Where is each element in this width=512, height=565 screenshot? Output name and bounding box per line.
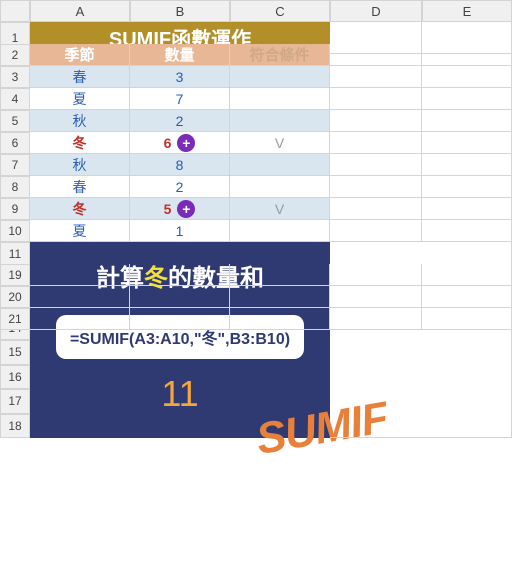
row-header-18[interactable]: 18 (0, 414, 30, 439)
col-header-D[interactable]: D (330, 0, 422, 22)
cell-E8[interactable] (422, 176, 512, 198)
row-header-9[interactable]: 9 (0, 198, 30, 220)
cell-C5[interactable] (230, 110, 330, 132)
cell-D2[interactable] (330, 44, 422, 66)
cell-D19[interactable] (330, 264, 422, 286)
cell-B5[interactable]: 2 (130, 110, 230, 132)
row-header-11[interactable]: 11 (0, 242, 30, 267)
cell-C10[interactable] (230, 220, 330, 242)
header-match[interactable]: 符合條件 (230, 44, 330, 66)
cell-E6[interactable] (422, 132, 512, 154)
cell-E3[interactable] (422, 66, 512, 88)
cell-A3[interactable]: 春 (30, 66, 130, 88)
cell-A20[interactable] (30, 286, 130, 308)
cell-B10[interactable]: 1 (130, 220, 230, 242)
col-header-A[interactable]: A (30, 0, 130, 22)
qty-value: 6 (164, 135, 172, 151)
cell-A7[interactable]: 秋 (30, 154, 130, 176)
cell-E21[interactable] (422, 308, 512, 330)
cell-B3[interactable]: 3 (130, 66, 230, 88)
row-header-2[interactable]: 2 (0, 44, 30, 66)
cell-C4[interactable] (230, 88, 330, 110)
cell-C20[interactable] (230, 286, 330, 308)
cell-D3[interactable] (330, 66, 422, 88)
cell-A9[interactable]: 冬 (30, 198, 130, 220)
row-header-5[interactable]: 5 (0, 110, 30, 132)
row-header-10[interactable]: 10 (0, 220, 30, 242)
cell-B19[interactable] (130, 264, 230, 286)
row-header-15[interactable]: 15 (0, 340, 30, 365)
cell-A21[interactable] (30, 308, 130, 330)
cell-E2[interactable] (422, 44, 512, 66)
cell-E9[interactable] (422, 198, 512, 220)
cell-D6[interactable] (330, 132, 422, 154)
col-header-E[interactable]: E (422, 0, 512, 22)
header-qty[interactable]: 數量 (130, 44, 230, 66)
cell-C19[interactable] (230, 264, 330, 286)
col-header-B[interactable]: B (130, 0, 230, 22)
cell-B20[interactable] (130, 286, 230, 308)
row-header-20[interactable]: 20 (0, 286, 30, 308)
cell-E4[interactable] (422, 88, 512, 110)
row-header-17[interactable]: 17 (0, 389, 30, 414)
cell-A19[interactable] (30, 264, 130, 286)
cell-D5[interactable] (330, 110, 422, 132)
cell-E19[interactable] (422, 264, 512, 286)
row-header-21[interactable]: 21 (0, 308, 30, 330)
row-header-19[interactable]: 19 (0, 264, 30, 286)
cell-D21[interactable] (330, 308, 422, 330)
cell-B9[interactable]: 5 + (130, 198, 230, 220)
cell-A10[interactable]: 夏 (30, 220, 130, 242)
row-header-6[interactable]: 6 (0, 132, 30, 154)
cell-C6[interactable]: V (230, 132, 330, 154)
cell-A8[interactable]: 春 (30, 176, 130, 198)
cell-C3[interactable] (230, 66, 330, 88)
spreadsheet-grid: A B C D E 1 SUMIF函數運作 2 季節 數量 符合條件 3 春 3… (0, 0, 512, 330)
row-header-16[interactable]: 16 (0, 365, 30, 390)
cell-D8[interactable] (330, 176, 422, 198)
plus-icon: + (177, 200, 195, 218)
col-header-C[interactable]: C (230, 0, 330, 22)
cell-D7[interactable] (330, 154, 422, 176)
cell-C7[interactable] (230, 154, 330, 176)
cell-C9[interactable]: V (230, 198, 330, 220)
cell-E5[interactable] (422, 110, 512, 132)
cell-D10[interactable] (330, 220, 422, 242)
summary-result: 11 (161, 373, 198, 415)
cell-E10[interactable] (422, 220, 512, 242)
cell-A6[interactable]: 冬 (30, 132, 130, 154)
cell-E7[interactable] (422, 154, 512, 176)
cell-D9[interactable] (330, 198, 422, 220)
header-season[interactable]: 季節 (30, 44, 130, 66)
cell-E20[interactable] (422, 286, 512, 308)
row-header-8[interactable]: 8 (0, 176, 30, 198)
row-header-7[interactable]: 7 (0, 154, 30, 176)
cell-C8[interactable] (230, 176, 330, 198)
cell-B6[interactable]: 6 + (130, 132, 230, 154)
cell-B8[interactable]: 2 (130, 176, 230, 198)
cell-A4[interactable]: 夏 (30, 88, 130, 110)
row-header-3[interactable]: 3 (0, 66, 30, 88)
cell-B7[interactable]: 8 (130, 154, 230, 176)
cell-A5[interactable]: 秋 (30, 110, 130, 132)
plus-icon: + (177, 134, 195, 152)
cell-C21[interactable] (230, 308, 330, 330)
row-header-4[interactable]: 4 (0, 88, 30, 110)
qty-value: 5 (164, 201, 172, 217)
cell-D4[interactable] (330, 88, 422, 110)
cell-D20[interactable] (330, 286, 422, 308)
cell-B4[interactable]: 7 (130, 88, 230, 110)
cell-B21[interactable] (130, 308, 230, 330)
corner-cell[interactable] (0, 0, 30, 22)
